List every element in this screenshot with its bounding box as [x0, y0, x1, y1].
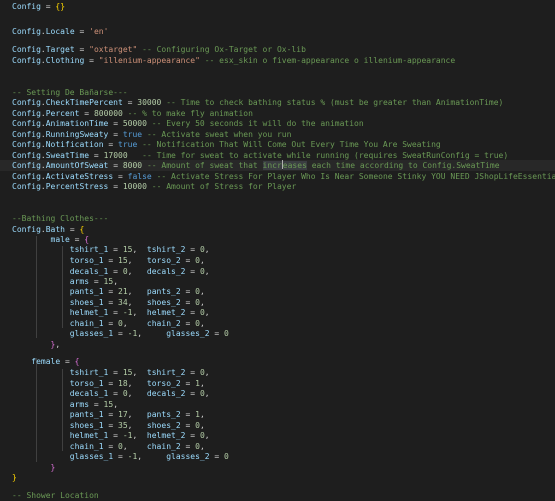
code-line[interactable]: female = { [0, 356, 555, 367]
code-line[interactable]: tshirt_1 = 15, tshirt_2 = 0, [0, 244, 555, 255]
code-line[interactable]: Config.AnimationTime = 50000 -- Every 50… [0, 118, 555, 129]
code-line[interactable]: Config = {} [0, 1, 555, 12]
code-line[interactable]: --Bathing Clothes--- [0, 213, 555, 224]
code-line[interactable]: Config.Clothing = "illenium-appearance" … [0, 55, 555, 66]
code-line[interactable]: pants_1 = 21, pants_2 = 0, [0, 286, 555, 297]
code-line[interactable]: -- Shower Location [0, 490, 555, 501]
code-line[interactable]: Config.Locale = 'en' [0, 26, 555, 37]
code-line[interactable]: }, [0, 339, 555, 350]
code-editor[interactable]: Config = {} Config.Locale = 'en' Config.Ta… [0, 0, 555, 500]
code-line[interactable]: Config.Notification = true -- Notificati… [0, 139, 555, 150]
code-line[interactable]: helmet_1 = -1, helmet_2 = 0, [0, 430, 555, 441]
code-line[interactable]: glasses_1 = -1, glasses_2 = 0 [0, 451, 555, 462]
code-line[interactable]: decals_1 = 0, decals_2 = 0, [0, 388, 555, 399]
code-line[interactable]: pants_1 = 17, pants_2 = 1, [0, 409, 555, 420]
code-line[interactable]: tshirt_1 = 15, tshirt_2 = 0, [0, 367, 555, 378]
code-line[interactable]: helmet_1 = -1, helmet_2 = 0, [0, 307, 555, 318]
code-line[interactable]: Config.Target = "oxtarget" -- Configurin… [0, 44, 555, 55]
code-line[interactable]: Config.AmountOfSweat = 8000 -- Amount of… [0, 160, 555, 171]
code-line[interactable]: } [0, 472, 555, 483]
code-line[interactable]: Config.PercentStress = 10000 -- Amount o… [0, 181, 555, 192]
code-line[interactable]: torso_1 = 15, torso_2 = 0, [0, 255, 555, 266]
code-line[interactable]: glasses_1 = -1, glasses_2 = 0 [0, 328, 555, 339]
code-line[interactable]: Config.CheckTimePercent = 30000 -- Time … [0, 97, 555, 108]
